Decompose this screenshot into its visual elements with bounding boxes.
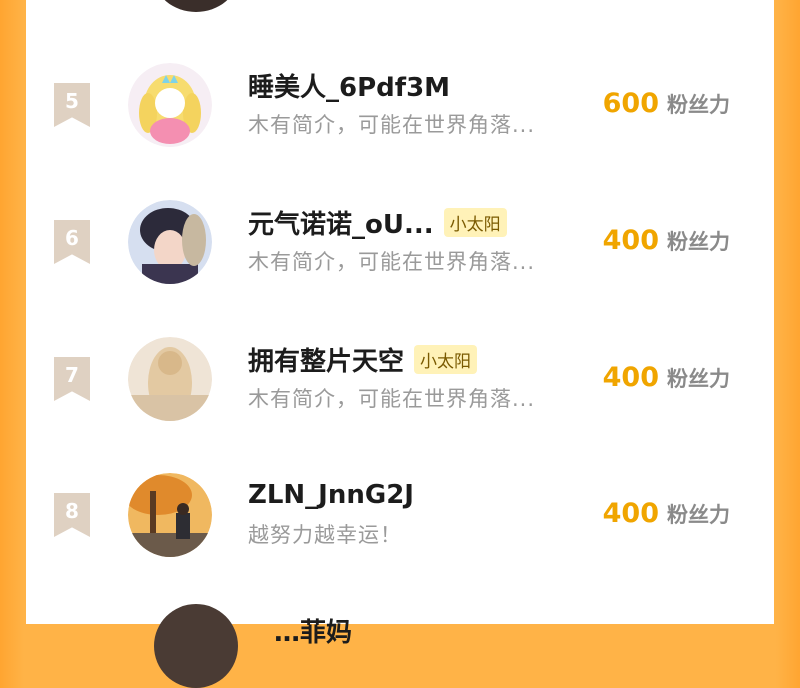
fans-power: 400 粉丝力 [603,225,730,256]
fans-power: 400 粉丝力 [603,498,730,529]
fans-unit: 粉丝力 [667,367,730,391]
princess-cartoon-avatar-icon[interactable] [128,63,212,147]
rank-badge: 8 [54,493,90,537]
list-item[interactable]: 8 ZLN_JnnG2J 越努力越幸运！ 400 粉丝力 [26,465,774,585]
user-name[interactable]: ZLN_JnnG2J [248,480,414,510]
user-bio: 木有简介，可能在世界角落... [248,113,536,137]
fans-unit: 粉丝力 [667,503,730,527]
avatar-partial-bottom[interactable] [154,604,238,688]
fans-unit: 粉丝力 [667,93,730,117]
fans-count: 400 [602,225,659,256]
list-item[interactable]: 6 元气诺诺_oU... 小太阳 木有简介，可能在世界角落... 400 粉丝力 [26,192,774,312]
autumn-scene-avatar-icon[interactable] [128,473,212,557]
title-badge: 小太阳 [414,344,478,374]
name-line: 元气诺诺_oU... 小太阳 [248,202,507,242]
user-bio: 木有简介，可能在世界角落... [248,387,536,411]
fans-unit: 粉丝力 [667,230,730,254]
name-line: 睡美人_6Pdf3M [248,65,450,105]
ranking-panel: 5 睡美人_6Pdf3M 木有简介，可能在世界角落... 600 粉丝力 6 元… [26,0,774,688]
avatar-partial-top[interactable] [154,0,238,12]
blonde-hair-avatar-icon[interactable] [128,337,212,421]
title-badge: 小太阳 [443,207,507,237]
user-name[interactable]: 睡美人_6Pdf3M [248,67,450,104]
rank-badge: 7 [54,357,90,401]
user-name-partial[interactable]: …菲妈 [274,612,352,649]
list-item[interactable]: 5 睡美人_6Pdf3M 木有简介，可能在世界角落... 600 粉丝力 [26,55,774,175]
rank-badge: 6 [54,220,90,264]
fans-power: 400 粉丝力 [603,362,730,393]
anime-boy-avatar-icon[interactable] [128,200,212,284]
rank-badge: 5 [54,83,90,127]
user-bio: 木有简介，可能在世界角落... [248,250,536,274]
user-bio: 越努力越幸运！ [248,523,402,547]
fans-count: 600 [602,88,659,119]
list-item[interactable]: 7 拥有整片天空 小太阳 木有简介，可能在世界角落... 400 粉丝力 [26,329,774,449]
name-line: ZLN_JnnG2J [248,475,414,515]
fans-count: 400 [602,362,659,393]
fans-power: 600 粉丝力 [603,88,730,119]
name-line: 拥有整片天空 小太阳 [248,339,478,379]
fans-count: 400 [602,498,659,529]
user-name[interactable]: 元气诺诺_oU... [248,204,434,241]
user-name[interactable]: 拥有整片天空 [248,341,404,378]
